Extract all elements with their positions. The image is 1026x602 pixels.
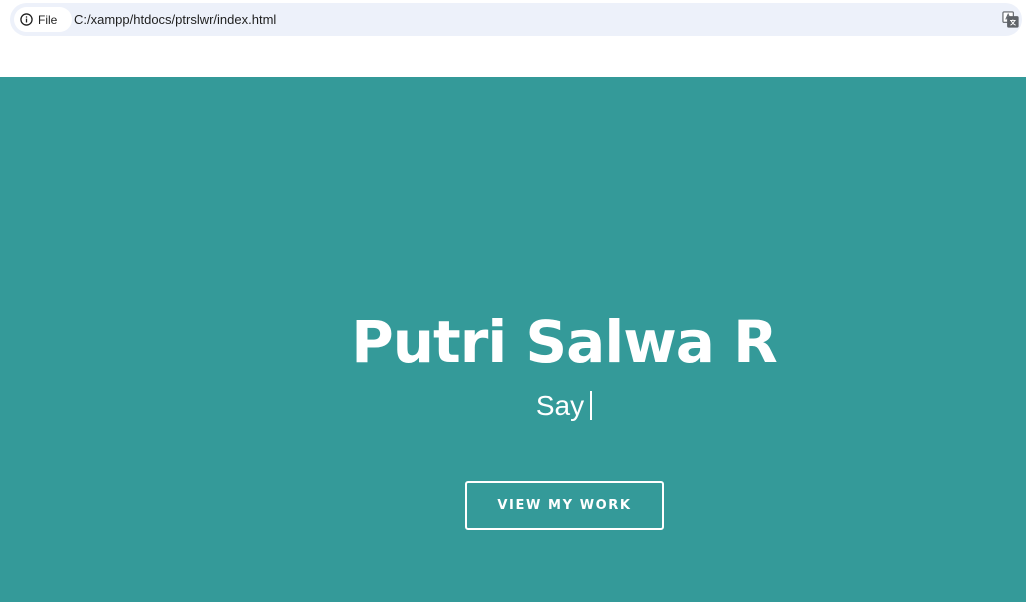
info-icon xyxy=(20,13,33,26)
url-text[interactable]: C:/xampp/htdocs/ptrslwr/index.html xyxy=(74,12,276,27)
typing-cursor xyxy=(590,391,593,420)
translate-icon[interactable] xyxy=(1002,11,1019,28)
typed-text: Say xyxy=(535,390,585,421)
address-bar[interactable]: File C:/xampp/htdocs/ptrslwr/index.html xyxy=(10,3,1022,36)
site-info-label: File xyxy=(38,12,58,27)
hero-section: Putri Salwa R Say VIEW MY WORK xyxy=(0,77,1026,602)
hero-title: Putri Salwa R xyxy=(351,308,778,376)
site-info-chip[interactable]: File xyxy=(14,7,72,32)
browser-toolbar: File C:/xampp/htdocs/ptrslwr/index.html xyxy=(0,0,1026,40)
view-my-work-button[interactable]: VIEW MY WORK xyxy=(465,481,664,530)
hero-subtitle: Say xyxy=(0,391,1026,420)
